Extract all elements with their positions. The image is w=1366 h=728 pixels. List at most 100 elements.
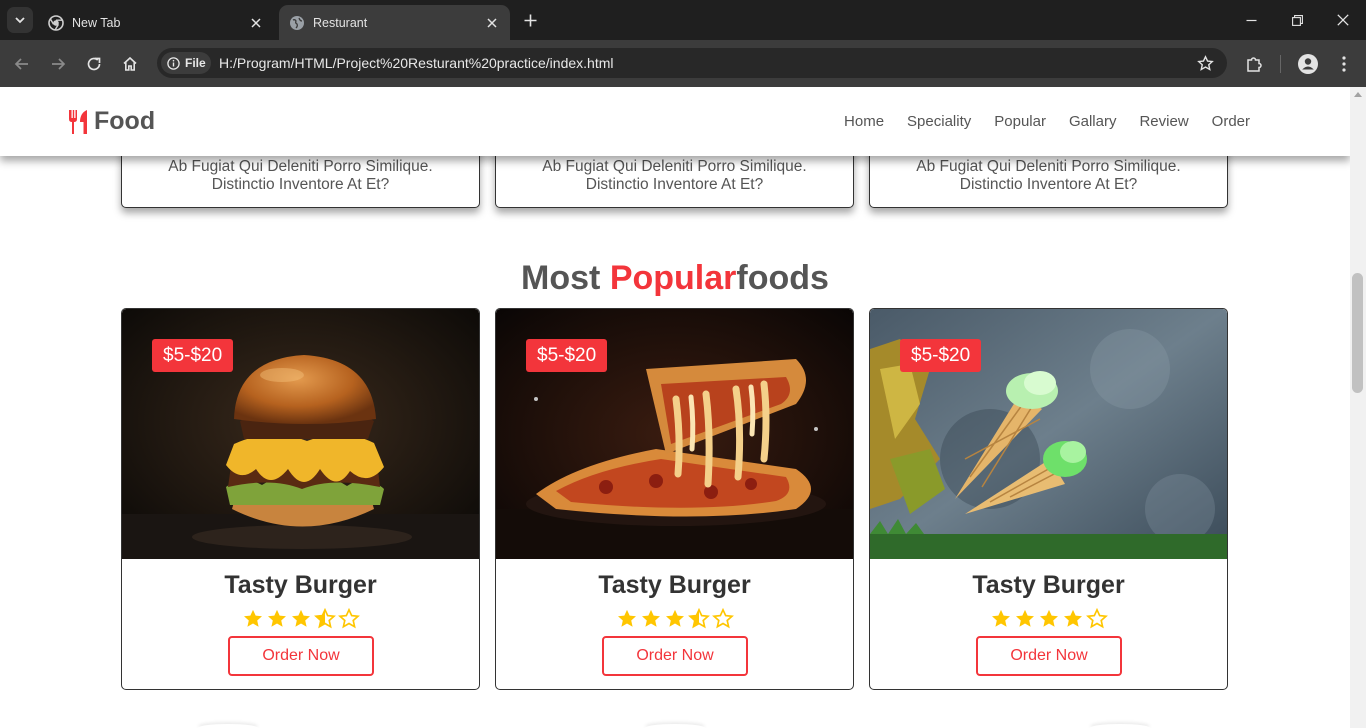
price-badge: $5-$20	[152, 339, 234, 372]
star-filled-icon	[1063, 609, 1082, 627]
speciality-text-line1: Ab Fugiat Qui Deleniti Porro Similique.	[916, 158, 1181, 175]
minimize-icon	[1246, 19, 1256, 21]
address-bar[interactable]: File H:/Program/HTML/Project%20Resturant…	[157, 48, 1227, 78]
price-badge: $5-$20	[526, 339, 608, 372]
nav-home[interactable]: Home	[844, 113, 884, 130]
star-filled-icon	[1015, 609, 1034, 627]
speciality-text-line2: Distinctio Inventore At Et?	[585, 176, 764, 193]
food-card: $5-$20 Tasty Burger Order Now	[121, 308, 480, 690]
tab-strip: New Tab Resturant	[0, 0, 1366, 40]
star-half-icon	[313, 608, 336, 629]
order-now-button[interactable]: Order Now	[228, 636, 374, 676]
home-icon	[123, 56, 137, 71]
tab-resturant[interactable]: Resturant	[279, 5, 510, 40]
nav-popular[interactable]: Popular	[994, 113, 1046, 130]
chevron-down-icon	[15, 17, 25, 24]
tab-search-button[interactable]	[7, 7, 33, 33]
star-filled-icon	[991, 609, 1010, 627]
order-now-button[interactable]: Order Now	[976, 636, 1122, 676]
food-name: Tasty Burger	[598, 571, 751, 599]
speciality-text-line2: Distinctio Inventore At Et?	[211, 176, 390, 193]
forward-button[interactable]	[44, 50, 72, 78]
star-filled-icon	[665, 609, 684, 627]
arrow-left-icon	[14, 58, 28, 70]
restore-icon	[1291, 14, 1303, 26]
star-filled-icon	[1039, 609, 1058, 627]
star-filled-icon	[641, 609, 660, 627]
close-icon[interactable]	[246, 13, 266, 33]
star-filled-icon	[617, 609, 636, 627]
speciality-text-line1: Ab Fugiat Qui Deleniti Porro Similique.	[542, 158, 807, 175]
section-title: Most Popularfoods	[0, 259, 1350, 298]
close-icon[interactable]	[482, 13, 502, 33]
profile-button[interactable]	[1294, 50, 1322, 78]
price-badge: $5-$20	[900, 339, 982, 372]
chrome-icon	[48, 14, 64, 31]
food-card: $5-$20 Tasty Burger Order Now	[869, 308, 1228, 690]
close-icon	[1337, 14, 1349, 26]
arrow-right-icon	[52, 58, 66, 70]
star-outline-icon	[711, 608, 734, 629]
minimize-button[interactable]	[1228, 5, 1274, 35]
star-filled-icon	[267, 609, 286, 627]
site-info-chip[interactable]: File	[161, 52, 211, 74]
logo-text: Food	[94, 107, 156, 135]
star-outline-icon	[1085, 608, 1108, 629]
globe-icon	[289, 15, 305, 31]
next-section-edge	[198, 724, 258, 728]
toolbar-divider	[1280, 55, 1281, 73]
bookmark-button[interactable]	[1195, 53, 1215, 73]
section-title-accent: Popular	[609, 259, 737, 297]
section-title-suffix: foods	[736, 259, 829, 297]
url-text[interactable]: H:/Program/HTML/Project%20Resturant%20pr…	[219, 55, 614, 71]
nav-order[interactable]: Order	[1212, 113, 1250, 130]
rating-stars	[870, 608, 1227, 630]
info-icon	[167, 56, 180, 70]
tab-title: New Tab	[72, 15, 121, 30]
more-vertical-icon	[1342, 56, 1346, 72]
next-section-edge	[1090, 724, 1150, 728]
tab-new-tab[interactable]: New Tab	[38, 5, 274, 40]
site-chip-label: File	[185, 56, 206, 70]
next-section-edge	[645, 724, 705, 728]
plus-icon	[524, 14, 536, 26]
tab-title: Resturant	[313, 15, 368, 30]
avatar-icon	[1298, 54, 1318, 74]
site-logo[interactable]: Food	[66, 107, 155, 136]
puzzle-icon	[1247, 57, 1262, 72]
order-now-button[interactable]: Order Now	[602, 636, 748, 676]
star-outline-icon	[1196, 54, 1214, 71]
home-button[interactable]	[116, 50, 144, 78]
new-tab-button[interactable]	[518, 8, 542, 32]
site-header: Food Home Speciality Popular Gallary Rev…	[0, 87, 1350, 156]
reload-icon	[87, 57, 101, 71]
page-scrollbar[interactable]	[1350, 87, 1366, 728]
menu-button[interactable]	[1330, 50, 1358, 78]
rating-stars	[122, 608, 479, 630]
window-close-button[interactable]	[1320, 5, 1366, 35]
scroll-up-arrow-icon[interactable]	[1354, 92, 1362, 97]
nav-review[interactable]: Review	[1139, 113, 1188, 130]
star-filled-icon	[291, 609, 310, 627]
section-title-prefix: Most	[521, 259, 610, 297]
main-nav: Home Speciality Popular Gallary Review O…	[821, 113, 1250, 130]
restore-button[interactable]	[1274, 5, 1320, 35]
rating-stars	[496, 608, 853, 630]
food-card: $5-$20 Tasty Burger Order Now	[495, 308, 854, 690]
back-button[interactable]	[8, 50, 36, 78]
star-outline-icon	[337, 608, 360, 629]
extensions-button[interactable]	[1240, 50, 1268, 78]
speciality-text-line2: Distinctio Inventore At Et?	[959, 176, 1138, 193]
browser-toolbar: File H:/Program/HTML/Project%20Resturant…	[0, 40, 1366, 87]
star-filled-icon	[243, 609, 262, 627]
utensils-icon	[69, 109, 87, 134]
nav-gallary[interactable]: Gallary	[1069, 113, 1117, 130]
reload-button[interactable]	[80, 50, 108, 78]
nav-speciality[interactable]: Speciality	[907, 113, 971, 130]
scrollbar-thumb[interactable]	[1352, 273, 1363, 393]
speciality-text-line1: Ab Fugiat Qui Deleniti Porro Similique.	[168, 158, 433, 175]
star-half-icon	[687, 608, 710, 629]
food-name: Tasty Burger	[972, 571, 1125, 599]
food-name: Tasty Burger	[224, 571, 377, 599]
page-viewport: Ab Fugiat Qui Deleniti Porro Similique. …	[0, 87, 1350, 728]
